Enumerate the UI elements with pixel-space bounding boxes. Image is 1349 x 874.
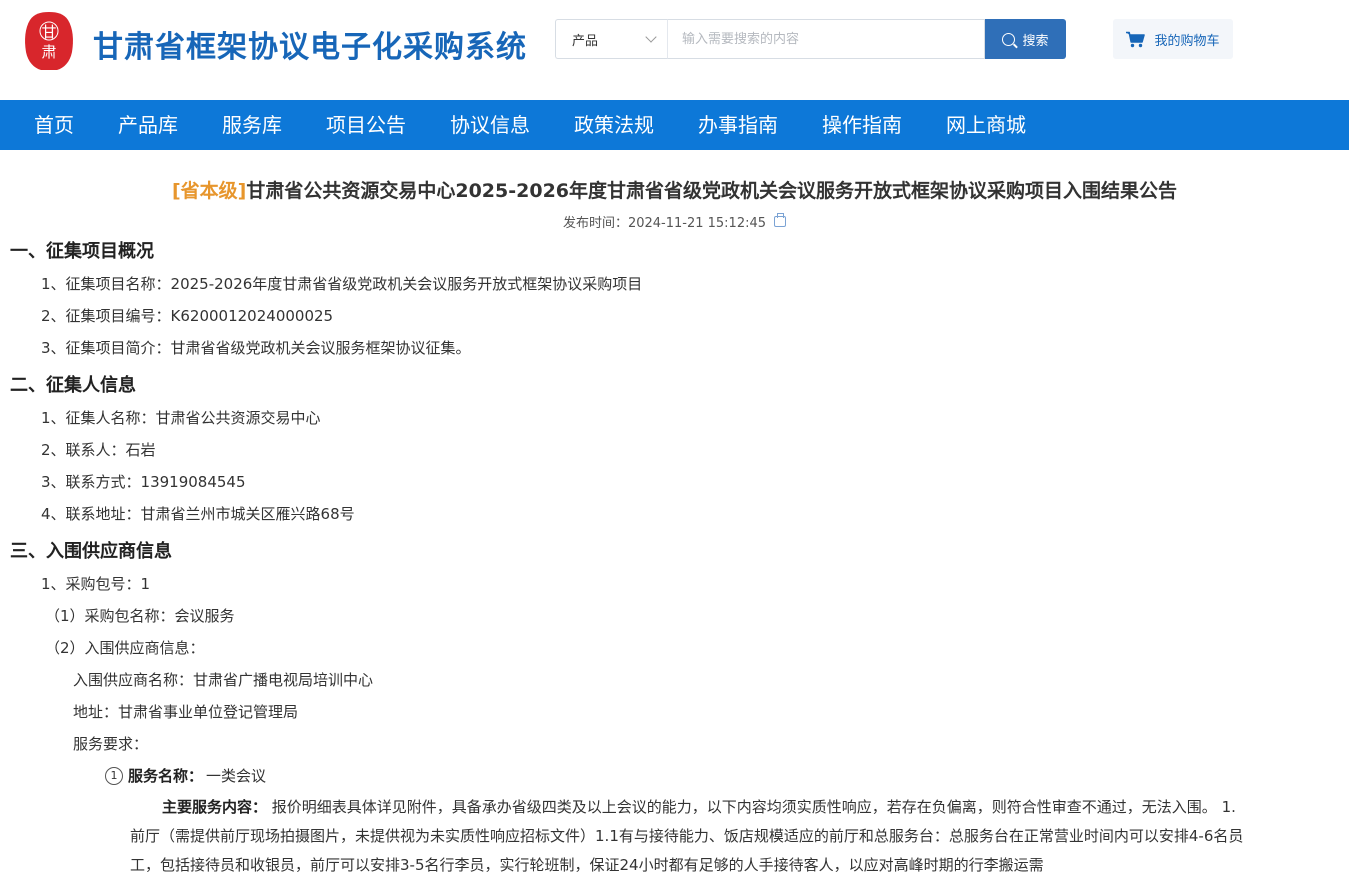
service-requirements-label: 服务要求：	[73, 735, 149, 753]
nav-item-service-guide[interactable]: 办事指南	[676, 100, 800, 150]
service-name-value: 一类会议	[206, 767, 267, 785]
info-line: 3、联系方式：13919084545	[41, 473, 246, 491]
nav-item-agreement-info[interactable]: 协议信息	[428, 100, 552, 150]
chevron-down-icon	[645, 31, 657, 43]
level-tag: [省本级]	[171, 180, 247, 202]
search-bar: 产品 搜索	[555, 19, 1066, 59]
circled-number: 1	[105, 767, 123, 785]
site-title: 甘肃省框架协议电子化采购系统	[93, 30, 527, 65]
main-service-content: 主要服务内容： 报价明细表具体详见附件，具备承办省级四类及以上会议的能力，以下内…	[10, 793, 1339, 874]
info-line: 1、征集人名称：甘肃省公共资源交易中心	[41, 409, 321, 427]
shopping-cart-label: 我的购物车	[1154, 33, 1220, 49]
service-name-label: 服务名称：	[128, 767, 204, 785]
shopping-cart-icon	[1126, 31, 1146, 47]
info-line: 1、征集项目名称：2025-2026年度甘肃省省级党政机关会议服务开放式框架协议…	[41, 275, 643, 293]
shopping-cart-button[interactable]: 我的购物车	[1113, 19, 1233, 59]
article-content: [省本级]甘肃省公共资源交易中心2025-2026年度甘肃省省级党政机关会议服务…	[0, 178, 1349, 874]
section-heading: 二、征集人信息	[10, 375, 136, 396]
info-line: 2、征集项目编号：K6200012024000025	[41, 307, 334, 325]
svg-text:肃: 肃	[41, 43, 56, 61]
article-title: [省本级]甘肃省公共资源交易中心2025-2026年度甘肃省省级党政机关会议服务…	[10, 178, 1339, 204]
supplier-info-label: （2）入围供应商信息：	[45, 639, 205, 657]
package-number: 1、采购包号：1	[41, 575, 151, 593]
main-nav: 首页 产品库 服务库 项目公告 协议信息 政策法规 办事指南 操作指南 网上商城	[0, 100, 1349, 150]
search-input[interactable]	[667, 19, 985, 59]
nav-item-policies[interactable]: 政策法规	[552, 100, 676, 150]
search-button[interactable]: 搜索	[985, 19, 1066, 59]
publish-time: 发布时间：2024-11-21 15:12:45	[562, 215, 767, 231]
site-header: 甘 肃 甘肃省框架协议电子化采购系统 产品 搜索 我的购物车	[0, 0, 1349, 100]
search-category-value: 产品	[572, 33, 599, 49]
section-heading: 一、征集项目概况	[10, 241, 154, 262]
search-button-label: 搜索	[1022, 33, 1049, 49]
main-service-label: 主要服务内容：	[162, 798, 268, 816]
info-line: 4、联系地址：甘肃省兰州市城关区雁兴路68号	[41, 505, 355, 523]
nav-item-operation-guide[interactable]: 操作指南	[800, 100, 924, 150]
main-service-text: 报价明细表具体详见附件，具备承办省级四类及以上会议的能力，以下内容均须实质性响应…	[130, 798, 1244, 874]
nav-item-online-mall[interactable]: 网上商城	[924, 100, 1048, 150]
nav-item-home[interactable]: 首页	[12, 100, 96, 150]
info-line: 2、联系人：石岩	[41, 441, 156, 459]
supplier-address: 地址：甘肃省事业单位登记管理局	[73, 703, 299, 721]
section-heading: 三、入围供应商信息	[10, 541, 172, 562]
nav-item-project-notice[interactable]: 项目公告	[304, 100, 428, 150]
publish-info: 发布时间：2024-11-21 15:12:45	[10, 212, 1339, 231]
nav-item-service-library[interactable]: 服务库	[200, 100, 304, 150]
article-title-text: 甘肃省公共资源交易中心2025-2026年度甘肃省省级党政机关会议服务开放式框架…	[246, 180, 1178, 202]
print-icon[interactable]	[774, 212, 787, 227]
service-name-line: 1 服务名称： 一类会议	[10, 760, 1339, 792]
info-line: 3、征集项目简介：甘肃省省级党政机关会议服务框架协议征集。	[41, 339, 471, 357]
nav-item-product-library[interactable]: 产品库	[96, 100, 200, 150]
supplier-name: 入围供应商名称：甘肃省广播电视局培训中心	[73, 671, 374, 689]
gansu-seal-logo-icon[interactable]: 甘 肃	[24, 10, 74, 72]
package-name: （1）采购包名称：会议服务	[45, 607, 235, 625]
search-category-select[interactable]: 产品	[555, 19, 667, 59]
search-icon	[1002, 32, 1016, 46]
